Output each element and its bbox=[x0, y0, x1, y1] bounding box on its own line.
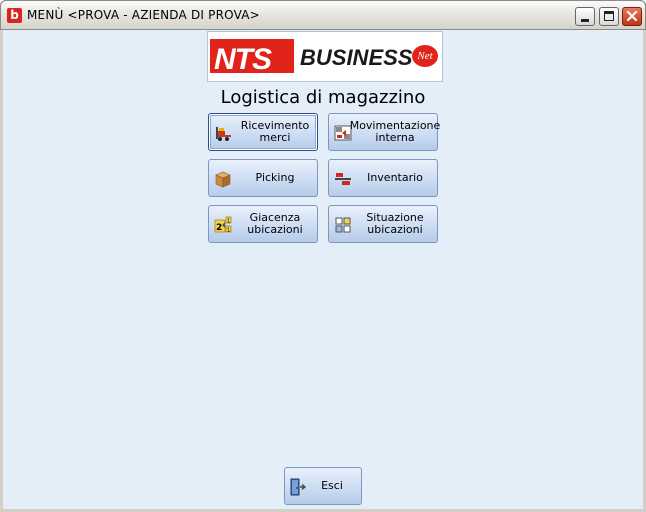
svg-text:1: 1 bbox=[227, 219, 230, 225]
minimize-button[interactable] bbox=[575, 7, 595, 26]
logo-red-block: NTS Informatica bbox=[210, 39, 294, 80]
inventory-icon bbox=[335, 173, 351, 185]
logo-brand-sub: Informatica bbox=[256, 74, 289, 80]
title-bar: b MENÙ <PROVA - AZIENDA DI PROVA> bbox=[0, 0, 646, 30]
inventario-label: Inventario bbox=[367, 171, 423, 184]
nts-business-logo: NTS Informatica BUSINESS Net bbox=[207, 31, 443, 82]
svg-text:1: 1 bbox=[227, 228, 230, 234]
situazione-ubicazioni-button[interactable]: Situazione ubicazioni bbox=[328, 205, 438, 243]
picking-label: Picking bbox=[255, 171, 295, 184]
close-icon bbox=[626, 10, 638, 22]
picking-button[interactable]: Picking bbox=[208, 159, 318, 197]
grid-icon bbox=[335, 217, 351, 233]
ricevimento-merci-label: Ricevimento merci bbox=[240, 119, 310, 144]
logo-brand: NTS bbox=[214, 43, 272, 76]
movimentazione-interna-button[interactable]: Movimentazione interna bbox=[328, 113, 441, 151]
inventario-button[interactable]: Inventario bbox=[328, 159, 438, 197]
client-area: NTS Informatica BUSINESS Net Logistica d… bbox=[3, 30, 643, 509]
esci-label: Esci bbox=[321, 479, 343, 492]
giacenza-ubicazioni-button[interactable]: 2 1 1 Giacenza ubicazioni bbox=[208, 205, 318, 243]
esci-button[interactable]: Esci bbox=[284, 467, 362, 505]
maximize-button[interactable] bbox=[599, 7, 619, 26]
ricevimento-merci-button[interactable]: Ricevimento merci bbox=[208, 113, 318, 151]
box-icon bbox=[215, 171, 231, 188]
stock-icon: 2 1 1 bbox=[214, 216, 232, 234]
page-title: Logistica di magazzino bbox=[220, 87, 426, 108]
forklift-icon bbox=[216, 127, 231, 141]
window-title: MENÙ <PROVA - AZIENDA DI PROVA> bbox=[27, 8, 260, 22]
giacenza-ubicazioni-label: Giacenza ubicazioni bbox=[247, 211, 303, 236]
movimentazione-interna-label: Movimentazione interna bbox=[349, 119, 441, 144]
logo-product: BUSINESS bbox=[300, 45, 413, 70]
app-icon[interactable]: b bbox=[7, 8, 22, 23]
svg-text:2: 2 bbox=[216, 223, 222, 233]
app-window: b MENÙ <PROVA - AZIENDA DI PROVA> NTS In… bbox=[0, 0, 646, 512]
minimize-icon bbox=[581, 19, 589, 22]
situazione-ubicazioni-label: Situazione ubicazioni bbox=[366, 211, 424, 236]
logo-product-badge: Net bbox=[412, 45, 438, 67]
maximize-icon bbox=[604, 11, 614, 21]
close-button[interactable] bbox=[622, 7, 642, 26]
